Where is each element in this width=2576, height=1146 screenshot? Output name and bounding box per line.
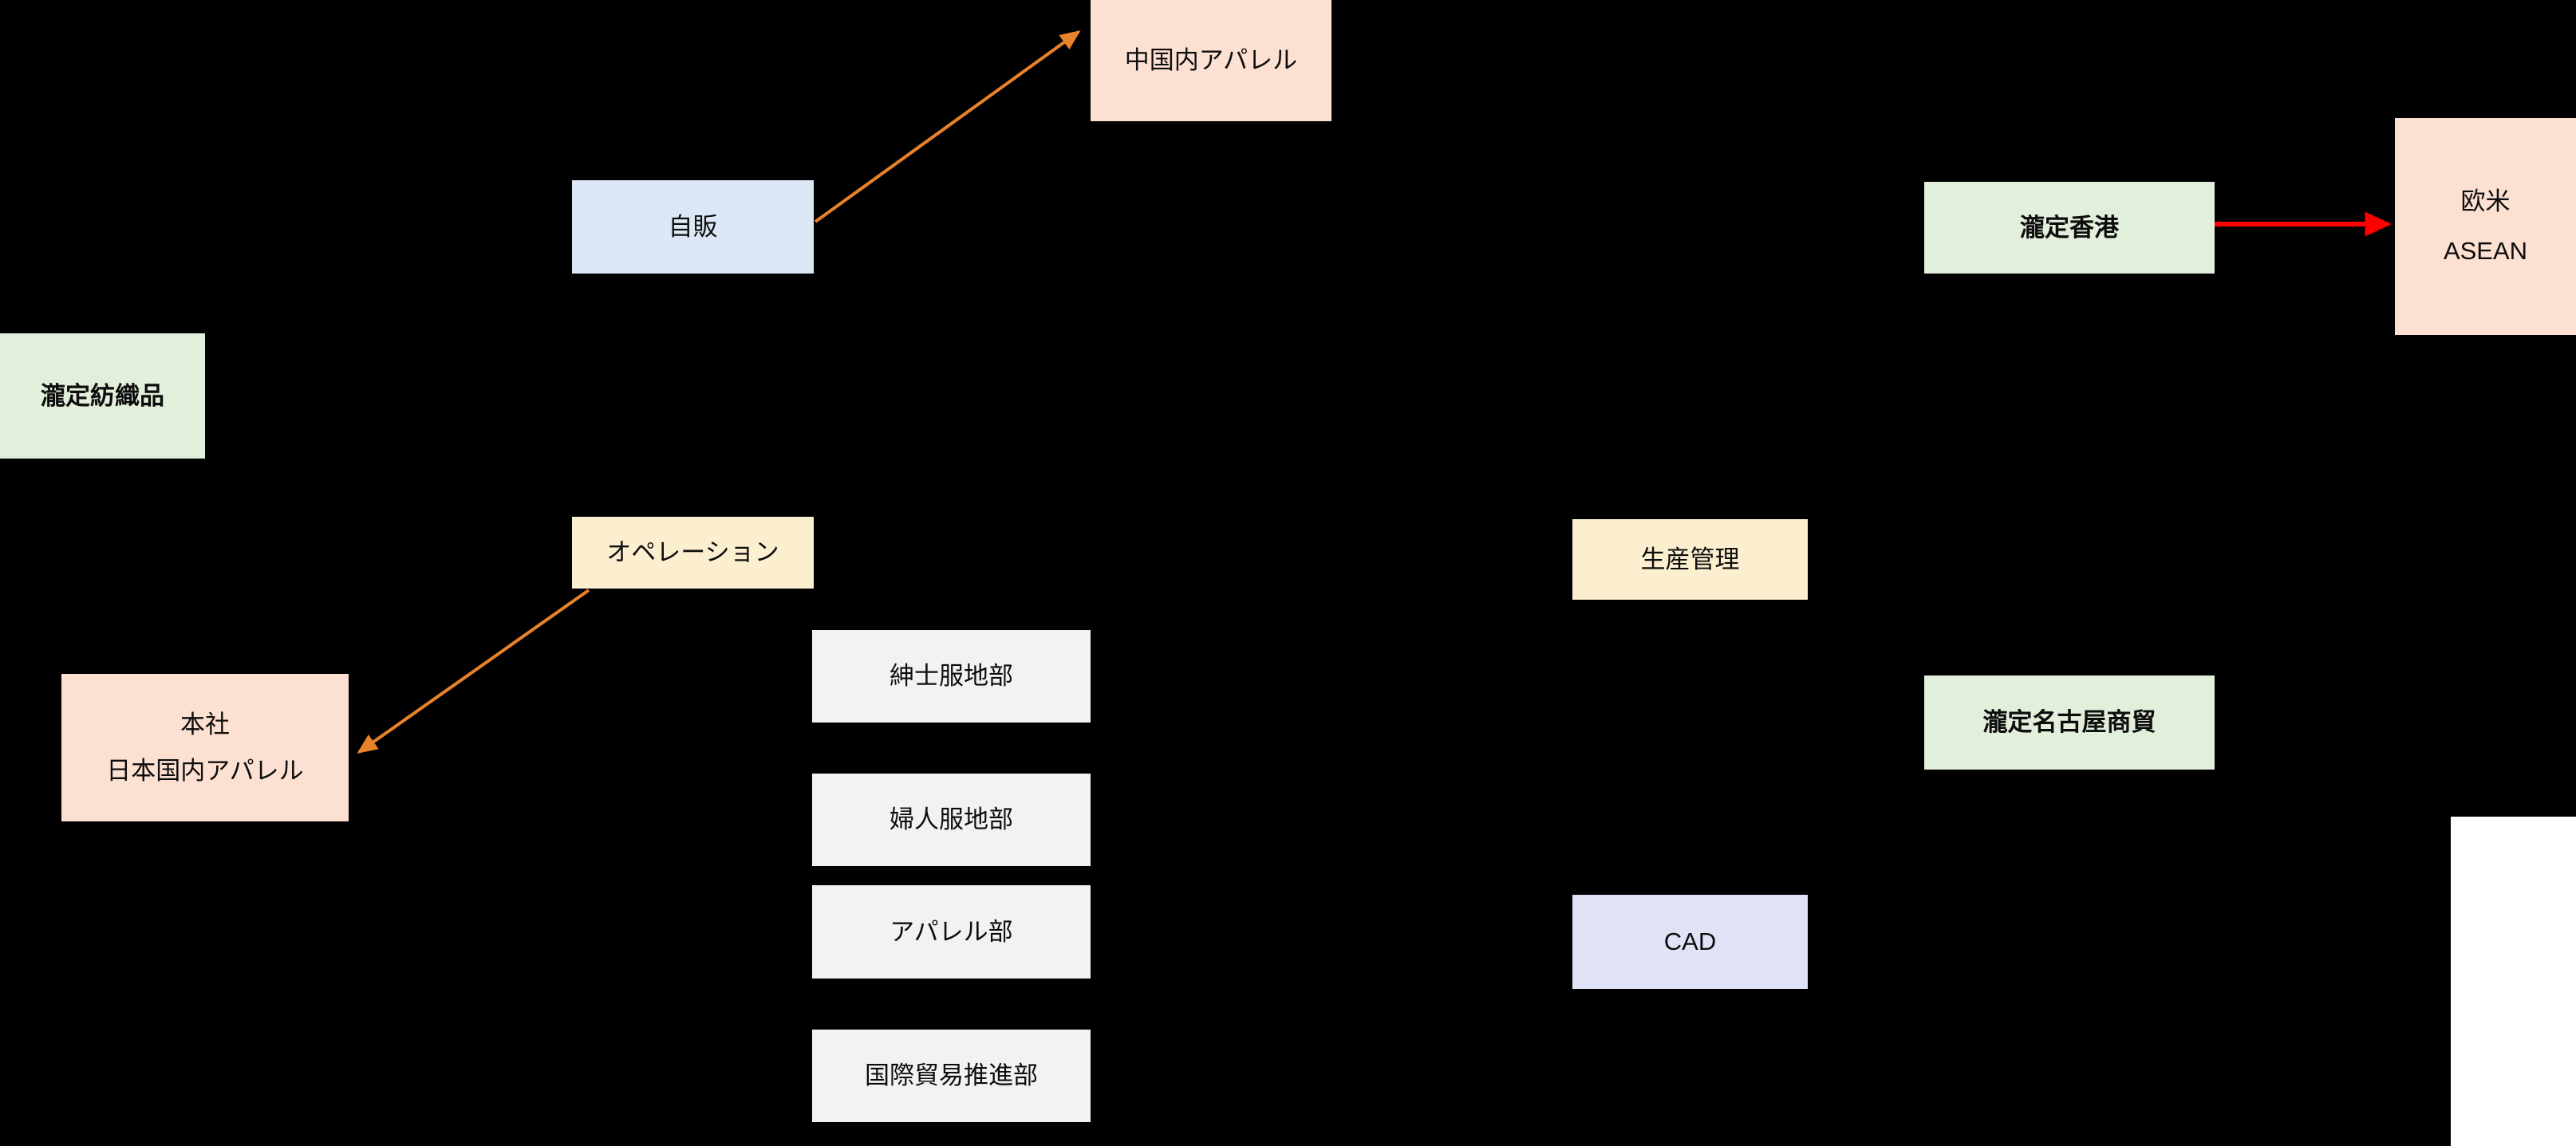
node-china-apparel-label: 中国内アパレル — [1124, 46, 1298, 75]
node-takisada-hongkong-label: 瀧定香港 — [2020, 213, 2119, 242]
node-jihan-label: 自販 — [668, 212, 718, 241]
node-takisada-boshokuhin[interactable]: 瀧定紡織品 — [0, 333, 205, 459]
node-apparel-bu-label: アパレル部 — [890, 917, 1013, 946]
edge-hongkong-left-stub — [1899, 203, 1927, 233]
node-shinshi-fukujibu-label: 紳士服地部 — [890, 662, 1013, 691]
node-operation-label: オペレーション — [606, 538, 779, 567]
node-seisan-kanri[interactable]: 生産管理 — [1572, 519, 1808, 600]
node-shinshi-fukujibu[interactable]: 紳士服地部 — [812, 630, 1091, 723]
node-white-panel — [2451, 817, 2576, 1146]
edge-jihan-to-china-apparel — [814, 30, 1081, 223]
node-kokusai-boeki-label: 国際貿易推進部 — [865, 1061, 1038, 1090]
node-honsha-label: 本社 日本国内アパレル — [106, 711, 304, 785]
node-oubei-asean[interactable]: 欧米 ASEAN — [2395, 118, 2576, 335]
node-takisada-hongkong[interactable]: 瀧定香港 — [1924, 182, 2215, 274]
node-takisada-boshokuhin-label: 瀧定紡織品 — [41, 381, 164, 410]
node-seisan-kanri-label: 生産管理 — [1640, 545, 1740, 573]
node-takisada-nagoya[interactable]: 瀧定名古屋商貿 — [1924, 675, 2215, 770]
node-honsha[interactable]: 本社 日本国内アパレル — [61, 674, 349, 821]
node-operation[interactable]: オペレーション — [572, 517, 814, 589]
diagram-canvas: 中国内アパレル 自販 瀧定香港 欧米 ASEAN 瀧定紡織品 オペレーション 生… — [0, 0, 2576, 1146]
edge-operation-to-honsha — [357, 589, 590, 754]
node-cad[interactable]: CAD — [1572, 895, 1808, 989]
node-china-apparel[interactable]: 中国内アパレル — [1091, 0, 1331, 121]
edge-layer — [357, 30, 2393, 754]
node-cad-label: CAD — [1663, 927, 1717, 956]
node-fujin-fukujibu[interactable]: 婦人服地部 — [812, 774, 1091, 866]
node-jihan[interactable]: 自販 — [572, 180, 814, 274]
node-apparel-bu[interactable]: アパレル部 — [812, 885, 1091, 979]
node-takisada-nagoya-label: 瀧定名古屋商貿 — [1982, 708, 2156, 737]
node-kokusai-boeki[interactable]: 国際貿易推進部 — [812, 1030, 1091, 1122]
node-fujin-fukujibu-label: 婦人服地部 — [890, 805, 1013, 834]
node-oubei-asean-label: 欧米 ASEAN — [2443, 187, 2528, 265]
